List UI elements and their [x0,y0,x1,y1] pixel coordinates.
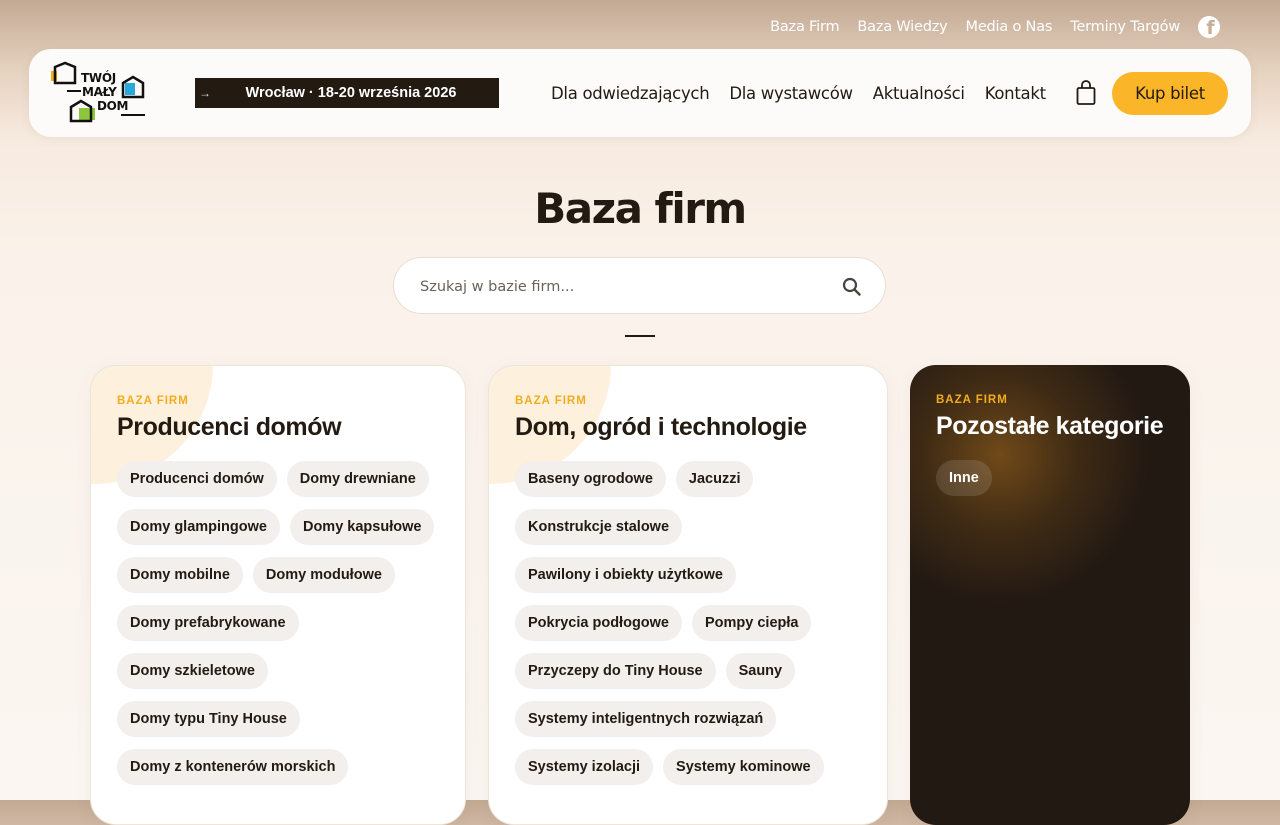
tag-chip[interactable]: Pompy ciepła [692,605,812,641]
logo-text-line2: MAŁY [82,85,117,99]
tag-chip[interactable]: Pawilony i obiekty użytkowe [515,557,736,593]
site-logo[interactable]: TWÓJ MAŁY DOM [51,61,151,125]
shopping-bag-icon[interactable] [1075,80,1097,106]
tag-chip[interactable]: Domy mobilne [117,557,243,593]
page-title: Baza firm [534,184,747,233]
tag-chip[interactable]: Baseny ogrodowe [515,461,666,497]
company-search [393,257,886,315]
arrow-right-icon: → [199,86,211,100]
tag-chip[interactable]: Systemy kominowe [663,749,824,785]
card-title: Pozostałe kategorie [936,412,1164,440]
card-label: BAZA FIRM [515,395,587,407]
top-link-media[interactable]: Media o Nas [966,19,1053,35]
tag-chip[interactable]: Domy kapsułowe [289,509,435,545]
category-card-other: BAZA FIRM Pozostałe kategorie Inne [910,365,1190,825]
top-utility-bar: Baza Firm Baza Wiedzy Media o Nas Termin… [752,16,1220,38]
category-card-producers: BAZA FIRM Producenci domów Producenci do… [90,365,466,825]
tag-chip[interactable]: Systemy inteligentnych rozwiązań [515,701,777,737]
tag-chip[interactable]: Sauny [725,653,796,689]
tag-list: Baseny ogrodowe Jacuzzi Konstrukcje stal… [515,461,867,785]
tag-list: Producenci domów Domy drewniane Domy gla… [117,461,445,785]
nav-item-exhibitors[interactable]: Dla wystawców [729,84,853,103]
card-title: Dom, ogród i technologie [515,413,807,441]
tag-chip[interactable]: Producenci domów [117,461,277,497]
card-title: Producenci domów [117,413,342,441]
tag-list: Inne [936,460,1170,496]
main-nav: Dla odwiedzających Dla wystawców Aktualn… [551,49,1066,137]
tag-chip[interactable]: Domy prefabrykowane [117,605,299,641]
tag-chip[interactable]: Przyczepy do Tiny House [515,653,716,689]
logo-text-line1: TWÓJ [81,71,116,85]
top-link-baza-wiedzy[interactable]: Baza Wiedzy [857,19,947,35]
tag-chip[interactable]: Domy glampingowe [117,509,280,545]
event-date-text: Wrocław · 18-20 września 2026 [245,85,457,101]
top-link-baza-firm[interactable]: Baza Firm [770,19,839,35]
site-header: TWÓJ MAŁY DOM → Wrocław · 18-20 września… [29,49,1251,137]
search-icon[interactable] [842,277,861,301]
tag-chip[interactable]: Jacuzzi [675,461,754,497]
tag-chip[interactable]: Systemy izolacji [515,749,654,785]
tag-chip[interactable]: Domy drewniane [286,461,429,497]
category-card-home-garden: BAZA FIRM Dom, ogród i technologie Basen… [488,365,888,825]
tag-chip[interactable]: Pokrycia podłogowe [515,605,682,641]
nav-item-contact[interactable]: Kontakt [985,84,1046,103]
section-divider [625,335,655,337]
tag-chip[interactable]: Inne [936,460,992,496]
card-label: BAZA FIRM [117,395,189,407]
buy-ticket-button[interactable]: Kup bilet [1112,72,1228,115]
tag-chip[interactable]: Domy modułowe [252,557,395,593]
tag-chip[interactable]: Domy typu Tiny House [117,701,300,737]
logo-text-line3: DOM [97,99,129,113]
nav-item-visitors[interactable]: Dla odwiedzających [551,84,710,103]
nav-item-news[interactable]: Aktualności [873,84,965,103]
tag-chip[interactable]: Konstrukcje stalowe [515,509,683,545]
card-label: BAZA FIRM [936,394,1008,406]
event-date-banner[interactable]: → Wrocław · 18-20 września 2026 [195,78,499,108]
tag-chip[interactable]: Domy z kontenerów morskich [117,749,349,785]
tag-chip[interactable]: Domy szkieletowe [117,653,268,689]
top-link-terminy[interactable]: Terminy Targów [1070,19,1180,35]
search-input[interactable] [418,258,822,315]
facebook-icon[interactable]: f [1198,16,1220,38]
